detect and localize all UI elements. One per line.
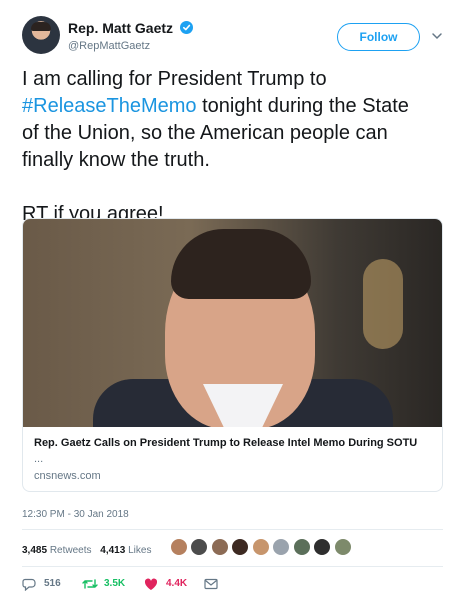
reply-button[interactable]: 516 [22, 575, 72, 593]
avatar[interactable] [22, 16, 60, 54]
hashtag-link[interactable]: #ReleaseTheMemo [22, 95, 197, 117]
like-button[interactable]: 4.4K [144, 575, 204, 593]
liker-avatar[interactable] [231, 538, 250, 556]
liker-avatar[interactable] [292, 538, 311, 556]
liker-avatar[interactable] [170, 538, 188, 556]
like-stat[interactable]: 4,413 Likes [100, 540, 151, 562]
divider [22, 566, 443, 567]
retweet-icon [82, 579, 98, 589]
author-block[interactable]: Rep. Matt Gaetz @RepMattGaetz [68, 19, 194, 52]
card-description: ... [34, 453, 44, 465]
card-image[interactable] [23, 219, 442, 427]
liker-avatar[interactable] [210, 538, 229, 556]
tweet-line: finally know the truth. [22, 149, 210, 171]
liker-avatars [170, 538, 352, 560]
tweet-line: I am calling for President Trump to [22, 68, 327, 90]
tweet-line: of the Union, so the American people can [22, 122, 388, 144]
retweet-stat-label: Retweets [49, 545, 92, 556]
tweet-line: #ReleaseTheMemo tonight during the State [22, 93, 447, 120]
tweet-header: Rep. Matt Gaetz @RepMattGaetz Follow [22, 14, 446, 62]
tweet-actions: 516 3.5K 4.4K [22, 575, 322, 593]
retweet-button[interactable]: 3.5K [82, 575, 142, 593]
follow-button[interactable]: Follow [337, 23, 420, 51]
envelope-icon [204, 578, 218, 590]
liker-avatar[interactable] [272, 538, 291, 556]
like-count: 4,413 [100, 545, 126, 556]
chevron-down-icon[interactable] [431, 30, 443, 42]
liker-avatar[interactable] [313, 538, 332, 556]
verified-badge-icon [180, 21, 194, 35]
author-name[interactable]: Rep. Matt Gaetz [68, 20, 173, 36]
author-handle[interactable]: @RepMattGaetz [68, 40, 193, 52]
card-body[interactable]: Rep. Gaetz Calls on President Trump to R… [23, 427, 442, 491]
reply-icon [22, 578, 36, 591]
reply-count: 516 [44, 578, 61, 589]
tweet-timestamp[interactable]: 12:30 PM - 30 Jan 2018 [22, 509, 129, 520]
tweet-text: I am calling for President Trump to #Rel… [22, 66, 447, 228]
heart-icon [144, 578, 158, 590]
divider [22, 529, 443, 530]
liker-avatar[interactable] [251, 538, 270, 556]
retweet-action-count: 3.5K [104, 578, 126, 589]
liker-avatar[interactable] [333, 538, 352, 556]
like-stat-label: Likes [128, 545, 152, 556]
card-title[interactable]: Rep. Gaetz Calls on President Trump to R… [34, 436, 431, 450]
like-action-count: 4.4K [166, 578, 188, 589]
card-domain: cnsnews.com [34, 470, 101, 482]
direct-message-button[interactable] [204, 575, 224, 593]
link-card[interactable]: Rep. Gaetz Calls on President Trump to R… [22, 218, 443, 492]
retweet-count: 3,485 [22, 545, 48, 556]
tweet-line-rest: tonight during the State [196, 95, 409, 117]
tweet-stats: 3,485 Retweets 4,413 Likes [22, 540, 157, 562]
liker-avatar[interactable] [190, 538, 209, 556]
retweet-stat[interactable]: 3,485 Retweets [22, 540, 92, 562]
